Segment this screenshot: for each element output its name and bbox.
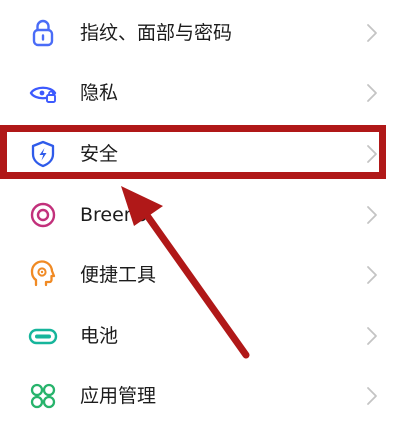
settings-item-label: 隐私 — [80, 82, 119, 104]
settings-item-privacy[interactable]: 隐私 — [0, 63, 400, 123]
settings-item-convenience-tools[interactable]: 便捷工具 — [0, 245, 400, 305]
settings-item-label: 电池 — [80, 325, 119, 347]
settings-item-label: 便捷工具 — [80, 264, 157, 286]
settings-item-app-management[interactable]: 应用管理 — [0, 366, 400, 426]
app-management-icon — [26, 379, 60, 413]
settings-item-fingerprint-face-password[interactable]: 指纹、面部与密码 — [0, 3, 400, 63]
breeno-icon — [26, 198, 60, 232]
chevron-right-icon — [366, 386, 378, 406]
shield-icon — [26, 137, 60, 171]
privacy-eye-icon — [26, 76, 60, 110]
chevron-right-icon — [366, 205, 378, 225]
convenience-tools-icon — [26, 258, 60, 292]
settings-item-label: Breeno — [80, 204, 148, 226]
chevron-right-icon — [366, 265, 378, 285]
settings-item-label: 指纹、面部与密码 — [80, 22, 233, 44]
chevron-right-icon — [366, 23, 378, 43]
settings-item-security[interactable]: 安全 — [0, 124, 400, 184]
chevron-right-icon — [366, 83, 378, 103]
chevron-right-icon — [366, 326, 378, 346]
battery-icon — [26, 319, 60, 353]
settings-list: 指纹、面部与密码 隐私 安全 Breeno 便捷工具 电池 应用管理 — [0, 0, 400, 409]
settings-item-label: 安全 — [80, 143, 119, 165]
chevron-right-icon — [366, 144, 378, 164]
settings-item-breeno[interactable]: Breeno — [0, 185, 400, 245]
lock-icon — [26, 16, 60, 50]
settings-item-label: 应用管理 — [80, 385, 157, 407]
settings-item-battery[interactable]: 电池 — [0, 306, 400, 366]
